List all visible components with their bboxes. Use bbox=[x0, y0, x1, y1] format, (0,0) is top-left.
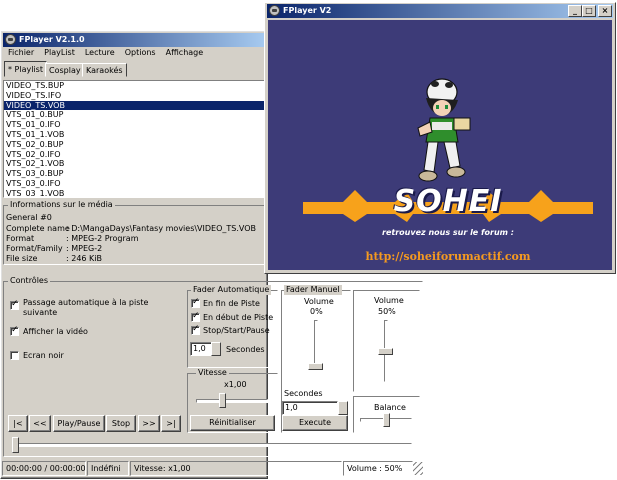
fplayer-app-icon bbox=[5, 34, 16, 45]
list-item[interactable]: VTS_03_0.IFO bbox=[4, 179, 264, 189]
auto-next-checkbox[interactable] bbox=[10, 299, 19, 310]
media-info-row: Format/Family: MPEG-2 bbox=[6, 244, 103, 253]
fader-manual-seconds-spinner[interactable] bbox=[338, 401, 348, 415]
list-item-selected[interactable]: VIDEO_TS.VOB bbox=[4, 100, 264, 111]
controls-label: Contrôles bbox=[8, 276, 51, 286]
execute-button[interactable]: Execute bbox=[282, 415, 348, 431]
list-item[interactable]: VTS_01_1.VOB bbox=[4, 130, 264, 140]
fader-manual-seconds-input[interactable]: 1,0 bbox=[282, 401, 338, 415]
volume-thumb[interactable] bbox=[378, 347, 393, 355]
forum-url[interactable]: http://soheiforumactif.com bbox=[338, 250, 558, 263]
fast-forward-button[interactable]: >> bbox=[138, 415, 160, 432]
speed-thumb[interactable] bbox=[218, 393, 226, 408]
menu-fichier[interactable]: Fichier bbox=[3, 46, 39, 60]
speed-label: Vitesse bbox=[196, 368, 229, 378]
fader-auto-label: Fader Automatique bbox=[191, 285, 272, 295]
main-window-title: FPlayer V2.1.0 bbox=[19, 35, 85, 44]
skip-end-button[interactable]: >| bbox=[161, 415, 181, 432]
video-titlebar[interactable]: FPlayer V2 _ □ × bbox=[267, 4, 613, 18]
skip-start-button[interactable]: |< bbox=[8, 415, 28, 432]
status-volume: Volume : 50% bbox=[343, 461, 413, 476]
balance-thumb[interactable] bbox=[382, 413, 390, 427]
status-time: 00:00:00 / 00:00:00 bbox=[2, 461, 86, 476]
list-item[interactable]: VIDEO_TS.BUP bbox=[4, 81, 264, 91]
speed-reset-button[interactable]: Réinitialiser bbox=[190, 415, 275, 431]
tab-cosplay[interactable]: Cosplay bbox=[45, 63, 85, 77]
stop-button[interactable]: Stop bbox=[106, 415, 136, 432]
black-screen-checkbox[interactable] bbox=[10, 351, 19, 360]
list-item[interactable]: VTS_02_0.IFO bbox=[4, 150, 264, 160]
status-mode: Indéfini bbox=[87, 461, 129, 476]
volume-label: Volume bbox=[374, 296, 404, 305]
black-screen-label: Ecran noir bbox=[23, 351, 64, 360]
maximize-icon[interactable]: □ bbox=[582, 5, 596, 17]
fade-seconds-spinner[interactable] bbox=[211, 342, 221, 356]
show-video-checkbox[interactable] bbox=[10, 325, 19, 336]
speed-track[interactable] bbox=[196, 399, 268, 403]
video-display[interactable]: SOHEI retrouvez nous sur le forum : http… bbox=[268, 20, 612, 270]
show-video-label: Afficher la vidéo bbox=[23, 327, 88, 336]
seek-track[interactable] bbox=[12, 443, 412, 447]
fade-start-label: En début de Piste bbox=[203, 313, 274, 322]
fade-seconds-label: Secondes bbox=[226, 345, 265, 354]
video-window-title: FPlayer V2 bbox=[283, 6, 332, 15]
status-speed: Vitesse: x1,00 bbox=[130, 461, 342, 476]
balance-label: Balance bbox=[374, 403, 406, 412]
list-item[interactable]: VIDEO_TS.IFO bbox=[4, 91, 264, 101]
media-info-section: General #0 bbox=[6, 213, 52, 222]
fader-manual-volume-label: Volume bbox=[304, 297, 334, 306]
media-info-row: Format: MPEG-2 Program bbox=[6, 234, 139, 243]
auto-next-label: Passage automatique à la piste suivante bbox=[23, 298, 149, 317]
media-info-label: Informations sur le média bbox=[8, 200, 115, 210]
menu-affichage[interactable]: Affichage bbox=[161, 46, 209, 60]
fade-end-label: En fin de Piste bbox=[203, 299, 260, 308]
list-item[interactable]: VTS_02_1.VOB bbox=[4, 159, 264, 169]
close-icon[interactable]: × bbox=[598, 5, 612, 17]
sohei-logo-text: SOHEI bbox=[393, 184, 503, 219]
minimize-icon[interactable]: _ bbox=[568, 5, 582, 17]
fade-stop-checkbox[interactable] bbox=[191, 324, 200, 335]
seek-thumb[interactable] bbox=[12, 437, 19, 453]
list-item[interactable]: VTS_01_0.BUP bbox=[4, 110, 264, 120]
menu-bar: Fichier PlayList Lecture Options Afficha… bbox=[3, 46, 208, 60]
list-item[interactable]: VTS_01_0.IFO bbox=[4, 120, 264, 130]
main-titlebar[interactable]: FPlayer V2.1.0 bbox=[3, 33, 265, 47]
fplayer-video-app-icon bbox=[269, 5, 280, 16]
video-window: FPlayer V2 _ □ × SOHEI retrouvez nous su… bbox=[264, 2, 616, 274]
menu-lecture[interactable]: Lecture bbox=[80, 46, 120, 60]
forum-tagline: retrouvez nous sur le forum : bbox=[382, 228, 514, 237]
list-item[interactable]: VTS_03_0.BUP bbox=[4, 169, 264, 179]
fade-seconds-input[interactable]: 1,0 bbox=[190, 342, 212, 356]
media-info-row: File size: 246 KiB bbox=[6, 254, 103, 263]
fader-manual-thumb[interactable] bbox=[308, 363, 323, 370]
fade-stop-label: Stop/Start/Pause bbox=[203, 326, 270, 335]
fade-end-checkbox[interactable] bbox=[191, 297, 200, 308]
list-item[interactable]: VTS_03_1.VOB bbox=[4, 189, 264, 197]
fader-manual-volume-value: 0% bbox=[310, 307, 323, 316]
tab-playlist[interactable]: * Playlist bbox=[4, 61, 47, 77]
tab-karaokes[interactable]: Karaokés bbox=[82, 63, 127, 77]
play-pause-button[interactable]: Play/Pause bbox=[53, 415, 105, 432]
speed-value: x1,00 bbox=[224, 380, 247, 389]
menu-playlist[interactable]: PlayList bbox=[39, 46, 80, 60]
volume-value: 50% bbox=[378, 307, 396, 316]
menu-options[interactable]: Options bbox=[120, 46, 161, 60]
rewind-button[interactable]: << bbox=[29, 415, 51, 432]
fader-manual-label: Fader Manuel bbox=[284, 285, 342, 295]
playlist-listbox[interactable]: VIDEO_TS.BUP VIDEO_TS.IFO VIDEO_TS.VOB V… bbox=[3, 80, 265, 198]
fade-start-checkbox[interactable] bbox=[191, 311, 200, 322]
fader-manual-seconds-label: Secondes bbox=[284, 389, 323, 398]
sohei-mascot-illustration bbox=[417, 78, 471, 182]
media-info-row: Complete name: D:\MangaDays\Fantasy movi… bbox=[6, 224, 257, 233]
list-item[interactable]: VTS_02_0.BUP bbox=[4, 140, 264, 150]
resize-grip-icon[interactable] bbox=[413, 462, 423, 475]
